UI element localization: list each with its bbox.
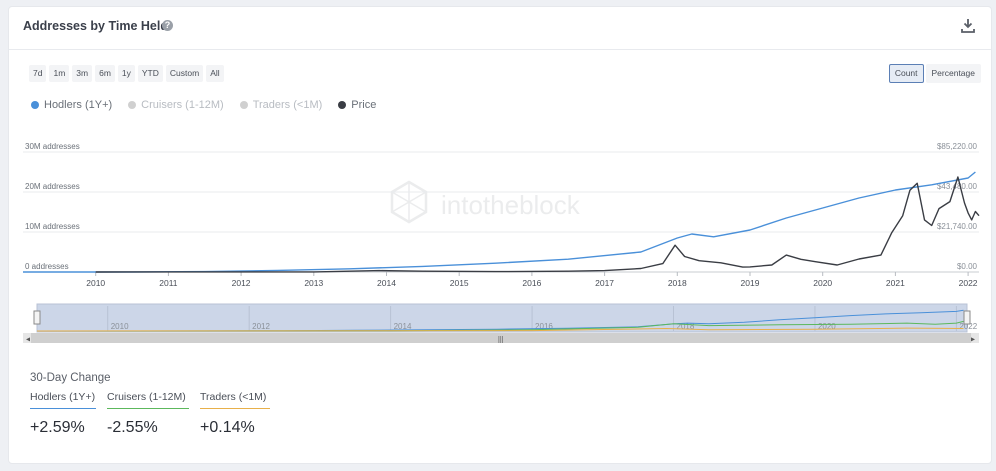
legend-item-cruisers[interactable]: Cruisers (1-12M) (128, 99, 224, 111)
y-tick-label: 0 addresses (25, 262, 69, 271)
time-range-selector: 7d 1m 3m 6m 1y YTD Custom All (29, 65, 224, 82)
scroll-left-icon[interactable]: ◂ (26, 335, 30, 344)
x-tick-label: 2012 (232, 278, 251, 287)
x-tick-label: 2015 (450, 278, 469, 287)
x-tick-label: 2021 (886, 278, 905, 287)
range-all-button[interactable]: All (206, 65, 224, 82)
change-cruisers: Cruisers (1-12M) -2.55% (107, 391, 189, 437)
y-right-tick-label: $21,740.00 (937, 222, 978, 231)
legend-item-traders[interactable]: Traders (<1M) (239, 99, 323, 111)
percentage-button[interactable]: Percentage (925, 64, 981, 83)
y-tick-label: 30M addresses (25, 142, 80, 151)
help-icon[interactable]: ? (162, 20, 173, 31)
chart-series (23, 171, 980, 273)
scroll-grip-icon[interactable]: ||| (498, 337, 504, 344)
y-tick-label: 10M addresses (25, 222, 80, 231)
legend-label: Traders (<1M) (252, 99, 323, 111)
x-tick-label: 2019 (741, 278, 760, 287)
navigator-right-handle[interactable] (963, 310, 971, 325)
change-label: Hodlers (1Y+) (30, 391, 96, 403)
change-label: Cruisers (1-12M) (107, 391, 186, 403)
legend-dot (239, 101, 248, 109)
x-tick-label: 2011 (159, 278, 178, 287)
chart-legend: Hodlers (1Y+) Cruisers (1-12M) Traders (… (31, 99, 376, 111)
main-chart[interactable]: intotheblock 0 addresses 10M addresses 20M… (9, 137, 991, 287)
range-ytd-button[interactable]: YTD (137, 65, 163, 82)
y-right-tick-label: $85,220.00 (937, 142, 978, 151)
legend-label: Price (351, 99, 377, 111)
x-tick-label: 2014 (377, 278, 396, 287)
range-7d-button[interactable]: 7d (29, 65, 47, 82)
change-hodlers: Hodlers (1Y+) +2.59% (30, 391, 96, 437)
download-icon[interactable] (961, 18, 975, 34)
legend-item-hodlers[interactable]: Hodlers (1Y+) (31, 99, 112, 111)
change-value: +2.59% (30, 419, 85, 436)
card-header: Addresses by Time Held ? (9, 7, 991, 50)
x-tick-label: 2022 (959, 278, 978, 287)
y-tick-label: 20M addresses (25, 182, 80, 191)
x-tick-label: 2017 (595, 278, 614, 287)
watermark-logo-icon (390, 180, 428, 224)
x-tick-label: 2018 (668, 278, 687, 287)
change-underline (107, 408, 189, 409)
legend-dot (128, 101, 137, 109)
range-1y-button[interactable]: 1y (117, 65, 135, 82)
change-title: 30-Day Change (30, 372, 111, 384)
legend-dot (338, 101, 347, 109)
navigator-year-label: 2012 (252, 322, 270, 331)
change-label: Traders (<1M) (200, 391, 267, 403)
change-underline (30, 408, 96, 409)
x-tick-label: 2013 (304, 278, 323, 287)
navigator-left-handle[interactable] (33, 310, 41, 325)
y-right-tick-label: $0.00 (957, 262, 978, 271)
navigator-year-label: 2010 (111, 322, 129, 331)
legend-label: Cruisers (1-12M) (141, 99, 224, 111)
change-traders: Traders (<1M) +0.14% (200, 391, 270, 437)
legend-dot (31, 101, 39, 109)
x-tick-label: 2010 (86, 278, 105, 287)
left-y-axis: 0 addresses 10M addresses 20M addresses 30M… (25, 142, 80, 271)
watermark-text: intotheblock (441, 190, 581, 220)
addresses-by-time-held-card: Addresses by Time Held ? 7d 1m 3m 6m 1y … (8, 6, 992, 464)
range-3m-button[interactable]: 3m (72, 65, 93, 82)
scroll-right-icon[interactable]: ▸ (971, 335, 975, 344)
display-mode-toggle: Count Percentage (888, 64, 981, 83)
x-tick-label: 2020 (813, 278, 832, 287)
legend-label: Hodlers (1Y+) (44, 99, 113, 111)
watermark: intotheblock (390, 180, 581, 224)
range-custom-button[interactable]: Custom (165, 65, 204, 82)
change-value: +0.14% (200, 419, 255, 436)
range-navigator[interactable]: 2010 2012 2014 2016 2018 2020 2022 ◂ ▸ ||| (9, 303, 991, 349)
change-value: -2.55% (107, 419, 158, 436)
count-button[interactable]: Count (888, 64, 924, 83)
range-6m-button[interactable]: 6m (95, 65, 115, 82)
legend-item-price[interactable]: Price (338, 99, 376, 111)
change-underline (200, 408, 270, 409)
series-line-hodlers-1y (23, 171, 976, 273)
card-title: Addresses by Time Held (23, 19, 168, 33)
x-tick-label: 2016 (522, 278, 541, 287)
range-1m-button[interactable]: 1m (49, 65, 70, 82)
x-axis: 2010 2011 2012 2013 2014 2015 2016 2017 2018 2019… (86, 272, 978, 287)
